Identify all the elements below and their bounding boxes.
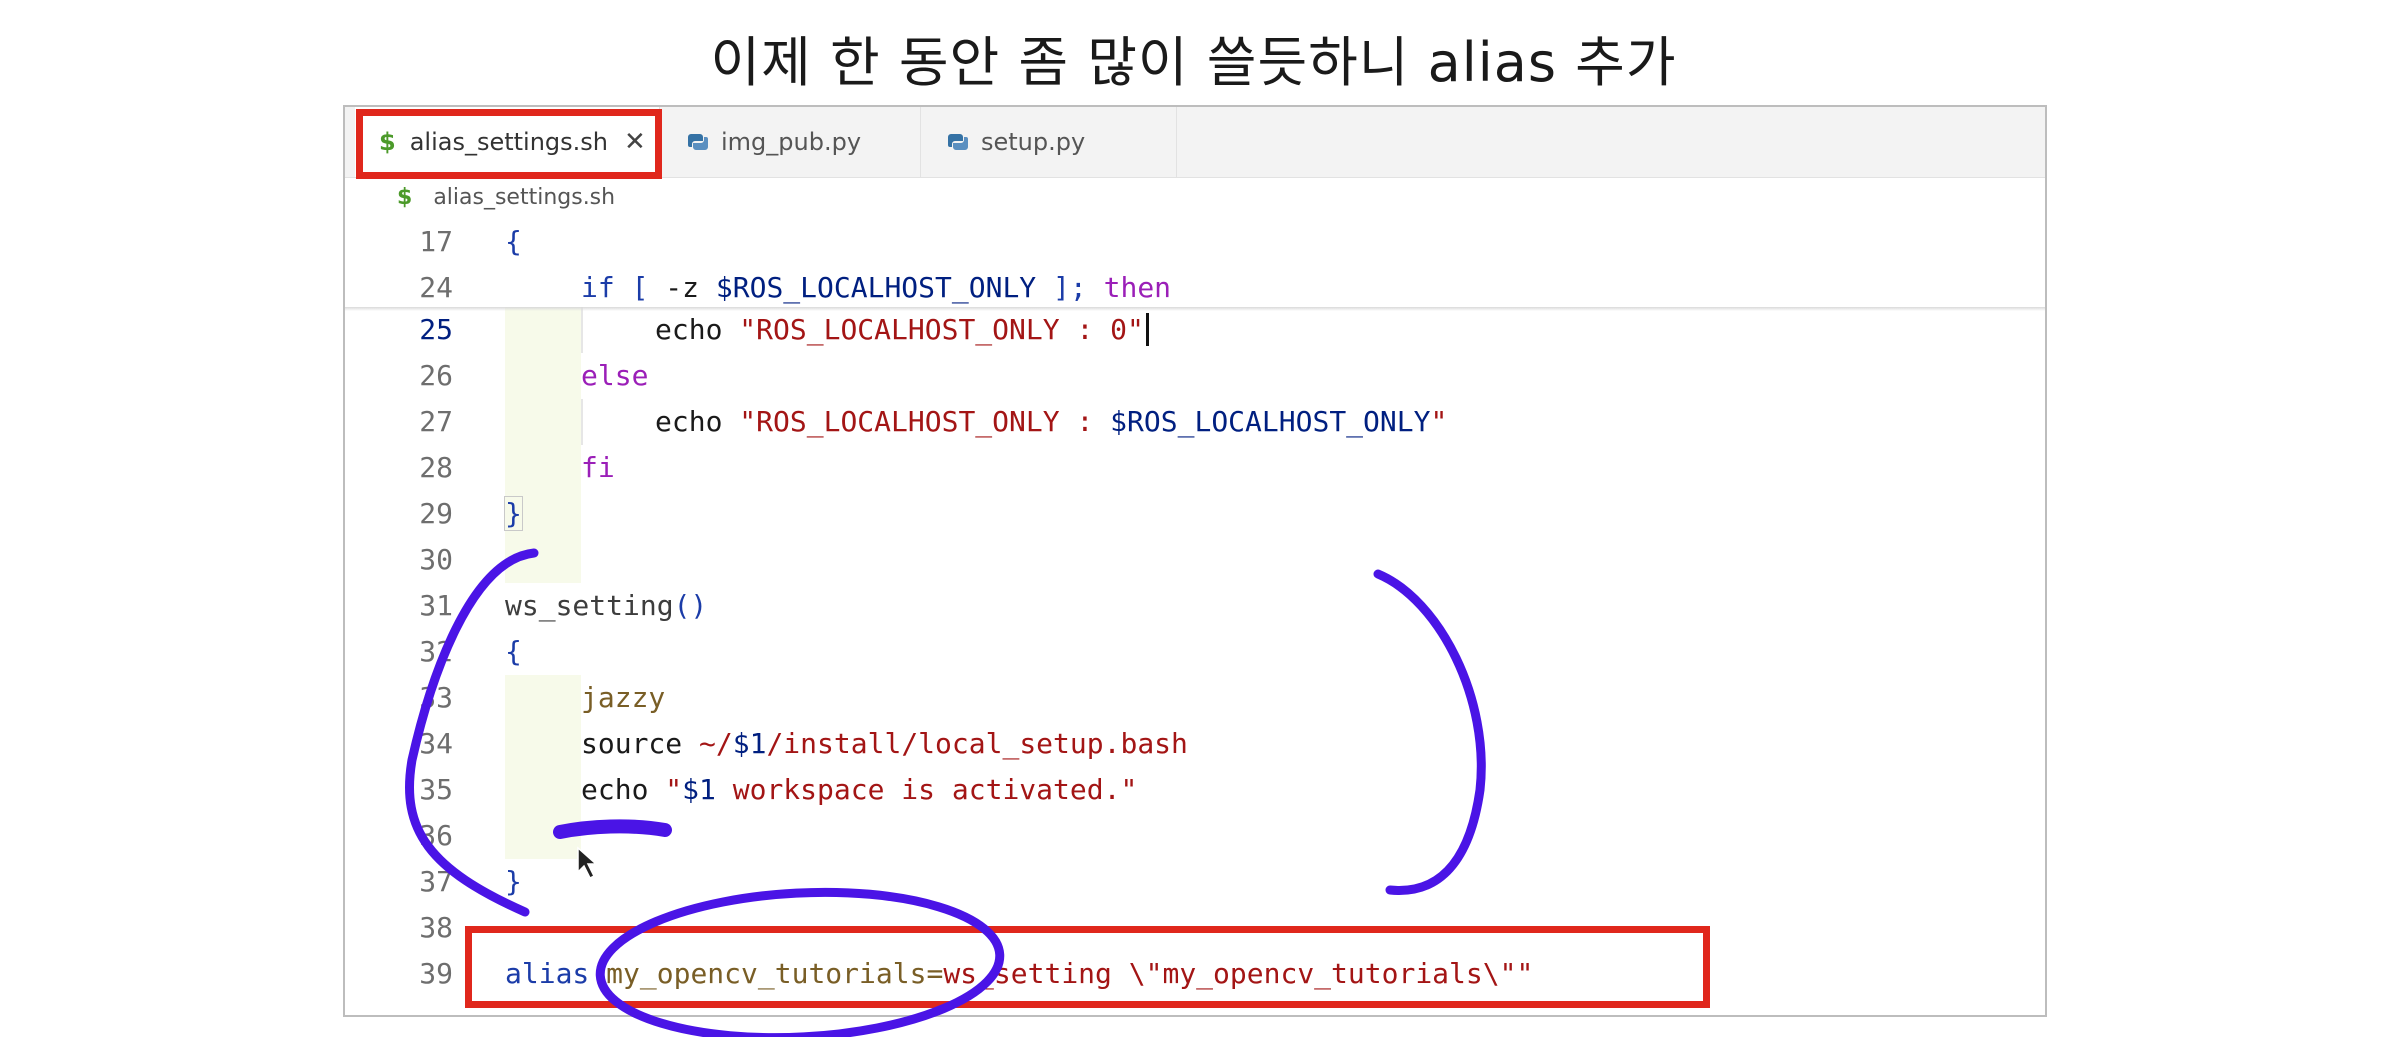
code-line: 35 echo "$1 workspace is activated." [345, 767, 2045, 813]
line-number: 27 [419, 405, 453, 438]
code-line: 29 } [345, 491, 2045, 537]
code-text: } [505, 865, 522, 898]
code-text: ws_setting() [505, 589, 707, 622]
parens: () [673, 589, 708, 622]
command: echo [581, 773, 649, 806]
code-line: 28 fi [345, 445, 2045, 491]
string: workspace is activated." [715, 773, 1138, 806]
code-editor: $ alias_settings.sh ✕ img_pub.py setup.p… [343, 105, 2047, 1017]
code-text: jazzy [581, 681, 666, 714]
text-cursor: ​ [1145, 313, 1149, 346]
code-text: if [ -z $ROS_LOCALHOST_ONLY ]; then [581, 271, 1171, 304]
line-number: 36 [419, 819, 453, 852]
code-text: else [581, 359, 649, 392]
line-number: 33 [419, 681, 453, 714]
code-line: 24 if [ -z $ROS_LOCALHOST_ONLY ]; then [345, 265, 2045, 311]
function-name: ws_setting [505, 589, 674, 622]
path: ~/ [699, 727, 733, 760]
command: echo [655, 313, 723, 346]
slide-caption: 이제 한 동안 좀 많이 쓸듯하니 alias 추가 [710, 31, 1677, 94]
variable: $1 [682, 773, 716, 806]
code-line: 17 { [345, 219, 2045, 265]
path: /install/local_setup.bash [766, 727, 1188, 760]
line-number: 38 [419, 911, 453, 944]
code-text: { [505, 225, 522, 258]
python-file-icon [947, 131, 969, 153]
code-line: 31 ws_setting() [345, 583, 2045, 629]
code-line: 34 source ~/$1/install/local_setup.bash [345, 721, 2045, 767]
line-number: 35 [419, 773, 453, 806]
line-number: 30 [419, 543, 453, 576]
code-line: 26 else [345, 353, 2045, 399]
line-number: 28 [419, 451, 453, 484]
flag: -z [665, 271, 700, 304]
sticky-scroll-shadow [345, 307, 2045, 311]
code-text: echo "$1 workspace is activated." [581, 773, 1137, 806]
bracket: [ [631, 271, 649, 304]
variable: $1 [732, 727, 767, 760]
code-text: } [504, 496, 523, 531]
line-number: 26 [419, 359, 453, 392]
keyword: then [1103, 271, 1172, 304]
variable: $ROS_LOCALHOST_ONLY [715, 271, 1037, 304]
tab-label: img_pub.py [721, 128, 862, 156]
tab-label: setup.py [981, 128, 1086, 156]
code-text: { [505, 635, 522, 668]
command: source [581, 727, 683, 760]
breadcrumb[interactable]: $ alias_settings.sh [397, 185, 615, 210]
python-file-icon [687, 131, 709, 153]
line-number: 29 [419, 497, 453, 530]
line-number: 32 [419, 635, 453, 668]
code-text: echo "ROS_LOCALHOST_ONLY : 0"​ [655, 313, 1149, 346]
line-number: 37 [419, 865, 453, 898]
line-number: 31 [419, 589, 453, 622]
code-text: echo "ROS_LOCALHOST_ONLY : $ROS_LOCALHOS… [655, 405, 1447, 438]
string: " [665, 773, 683, 806]
line-number: 17 [419, 225, 453, 258]
code-text: source ~/$1/install/local_setup.bash [581, 727, 1188, 760]
string: "ROS_LOCALHOST_ONLY : 0" [739, 313, 1144, 346]
tab-highlight-box [356, 109, 662, 179]
code-line: 30 [345, 537, 2045, 583]
string: " [1430, 405, 1448, 438]
code-line: 25 echo "ROS_LOCALHOST_ONLY : 0"​ [345, 307, 2045, 353]
code-line: 33 jazzy [345, 675, 2045, 721]
code-text: fi [581, 451, 615, 484]
line-number: 25 [419, 313, 453, 346]
code-line: 36 [345, 813, 2045, 859]
tab-img-pub[interactable]: img_pub.py [661, 107, 921, 177]
line-number: 39 [419, 957, 453, 990]
line-number: 24 [419, 271, 453, 304]
command: echo [655, 405, 723, 438]
variable: $ROS_LOCALHOST_ONLY [1110, 405, 1431, 438]
keyword: if [581, 271, 615, 304]
code-line: 32 { [345, 629, 2045, 675]
tab-setup[interactable]: setup.py [921, 107, 1177, 177]
code-line: 27 echo "ROS_LOCALHOST_ONLY : $ROS_LOCAL… [345, 399, 2045, 445]
code-line: 37 } [345, 859, 2045, 905]
line-number: 34 [419, 727, 453, 760]
breadcrumb-label: alias_settings.sh [433, 185, 616, 210]
bracket: ]; [1053, 271, 1087, 304]
shell-file-icon: $ [397, 185, 413, 210]
alias-line-highlight-box [465, 926, 1710, 1008]
string: "ROS_LOCALHOST_ONLY : [739, 405, 1111, 438]
